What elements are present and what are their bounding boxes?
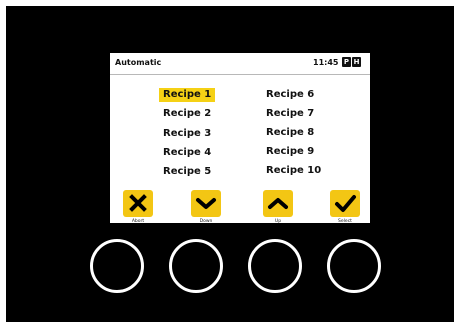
- chevron-down-icon: [196, 198, 216, 209]
- recipe-item-9[interactable]: Recipe 9: [266, 145, 314, 159]
- recipe-item-2[interactable]: Recipe 2: [163, 107, 211, 121]
- hardware-button-3[interactable]: [248, 239, 302, 293]
- recipe-item-10[interactable]: Recipe 10: [266, 164, 321, 178]
- checkmark-icon: [335, 195, 356, 212]
- display-screen: Automatic 11:45 P H Recipe 1 Recipe 2 Re…: [110, 53, 370, 224]
- abort-label: Abort: [131, 219, 145, 224]
- p-indicator-icon: P: [342, 57, 351, 67]
- recipe-item-7[interactable]: Recipe 7: [266, 107, 314, 121]
- hardware-button-1[interactable]: [90, 239, 144, 293]
- mode-label: Automatic: [115, 58, 162, 67]
- h-indicator-icon: H: [352, 57, 361, 67]
- recipe-item-3[interactable]: Recipe 3: [163, 127, 211, 141]
- down-button[interactable]: [191, 190, 221, 217]
- clock: 11:45: [313, 58, 339, 67]
- status-bar: Automatic 11:45 P H: [110, 53, 370, 75]
- recipe-item-8[interactable]: Recipe 8: [266, 126, 314, 140]
- abort-button[interactable]: [123, 190, 153, 217]
- x-icon: [129, 194, 147, 212]
- recipe-item-5[interactable]: Recipe 5: [163, 165, 211, 179]
- select-button[interactable]: [330, 190, 360, 217]
- up-button[interactable]: [263, 190, 293, 217]
- hardware-button-4[interactable]: [327, 239, 381, 293]
- select-label: Select: [338, 219, 352, 224]
- recipe-item-6[interactable]: Recipe 6: [266, 88, 314, 102]
- down-label: Down: [199, 219, 213, 224]
- device-bezel: Automatic 11:45 P H Recipe 1 Recipe 2 Re…: [6, 6, 454, 322]
- up-label: Up: [274, 219, 282, 224]
- hardware-button-2[interactable]: [169, 239, 223, 293]
- recipe-item-1[interactable]: Recipe 1: [159, 88, 216, 102]
- recipe-item-4[interactable]: Recipe 4: [163, 146, 211, 160]
- chevron-up-icon: [268, 198, 288, 209]
